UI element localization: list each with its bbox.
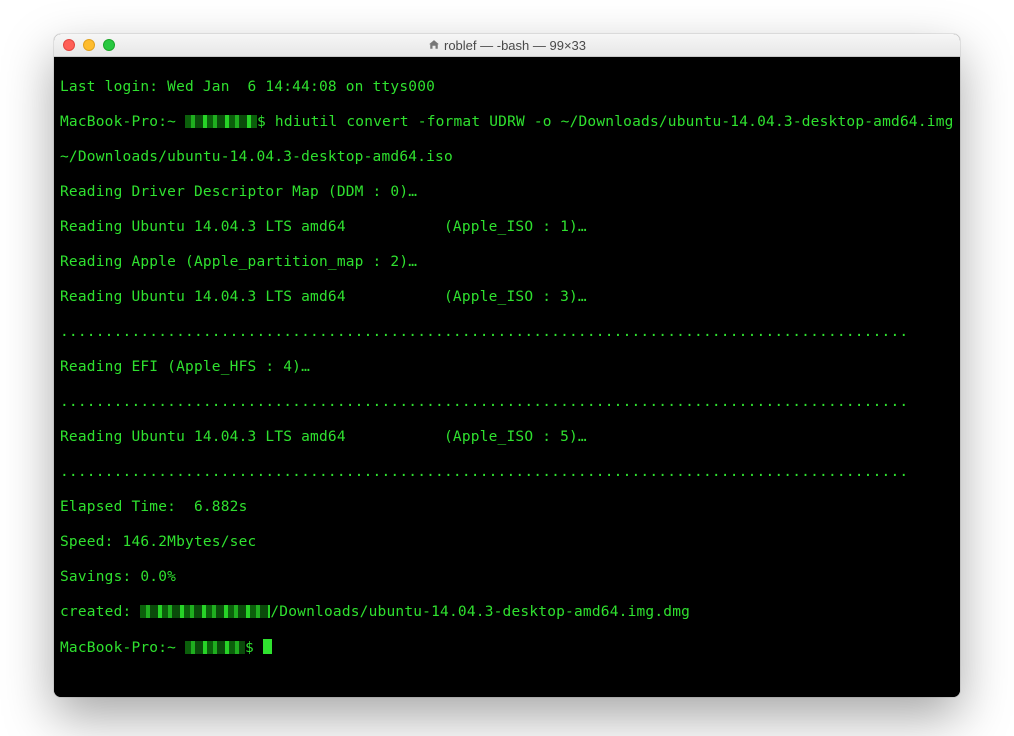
minimize-icon[interactable]: [83, 39, 95, 51]
created-label: created:: [60, 604, 140, 620]
line-created: created: /Downloads/ubuntu-14.04.3-deskt…: [60, 604, 954, 622]
line-read-1: Reading Driver Descriptor Map (DDM : 0)…: [60, 184, 954, 202]
line-dots-2: ........................................…: [60, 394, 954, 412]
line-read-4: Reading Ubuntu 14.04.3 LTS amd64 (Apple_…: [60, 289, 954, 307]
line-read-5: Reading EFI (Apple_HFS : 4)…: [60, 359, 954, 377]
window-title-text: roblef — -bash — 99×33: [444, 38, 586, 53]
line-elapsed: Elapsed Time: 6.882s: [60, 499, 954, 517]
close-icon[interactable]: [63, 39, 75, 51]
command-text: $ hdiutil convert -format UDRW -o ~/Down…: [257, 114, 960, 130]
zoom-icon[interactable]: [103, 39, 115, 51]
line-savings: Savings: 0.0%: [60, 569, 954, 587]
redacted-user: [185, 115, 257, 128]
prompt-dollar: $: [245, 640, 263, 656]
line-prompt-1: MacBook-Pro:~ $ hdiutil convert -format …: [60, 114, 954, 132]
window-controls: [54, 39, 115, 51]
created-path: /Downloads/ubuntu-14.04.3-desktop-amd64.…: [270, 604, 690, 620]
line-read-3: Reading Apple (Apple_partition_map : 2)…: [60, 254, 954, 272]
line-last-login: Last login: Wed Jan 6 14:44:08 on ttys00…: [60, 79, 954, 97]
home-icon: [428, 39, 440, 51]
terminal-area[interactable]: Last login: Wed Jan 6 14:44:08 on ttys00…: [54, 57, 960, 697]
line-read-2: Reading Ubuntu 14.04.3 LTS amd64 (Apple_…: [60, 219, 954, 237]
prompt-host: MacBook-Pro:~: [60, 114, 185, 130]
line-cmd-cont: ~/Downloads/ubuntu-14.04.3-desktop-amd64…: [60, 149, 954, 167]
line-prompt-2: MacBook-Pro:~ $: [60, 639, 954, 658]
titlebar[interactable]: roblef — -bash — 99×33: [54, 34, 960, 57]
prompt-host-2: MacBook-Pro:~: [60, 640, 185, 656]
line-speed: Speed: 146.2Mbytes/sec: [60, 534, 954, 552]
terminal-window: roblef — -bash — 99×33 Last login: Wed J…: [54, 34, 960, 697]
window-title: roblef — -bash — 99×33: [54, 38, 960, 53]
cursor-icon: [263, 639, 272, 654]
line-dots-1: ........................................…: [60, 324, 954, 342]
line-dots-3: ........................................…: [60, 464, 954, 482]
line-read-6: Reading Ubuntu 14.04.3 LTS amd64 (Apple_…: [60, 429, 954, 447]
redacted-user-2: [185, 641, 245, 654]
redacted-path: [140, 605, 270, 618]
